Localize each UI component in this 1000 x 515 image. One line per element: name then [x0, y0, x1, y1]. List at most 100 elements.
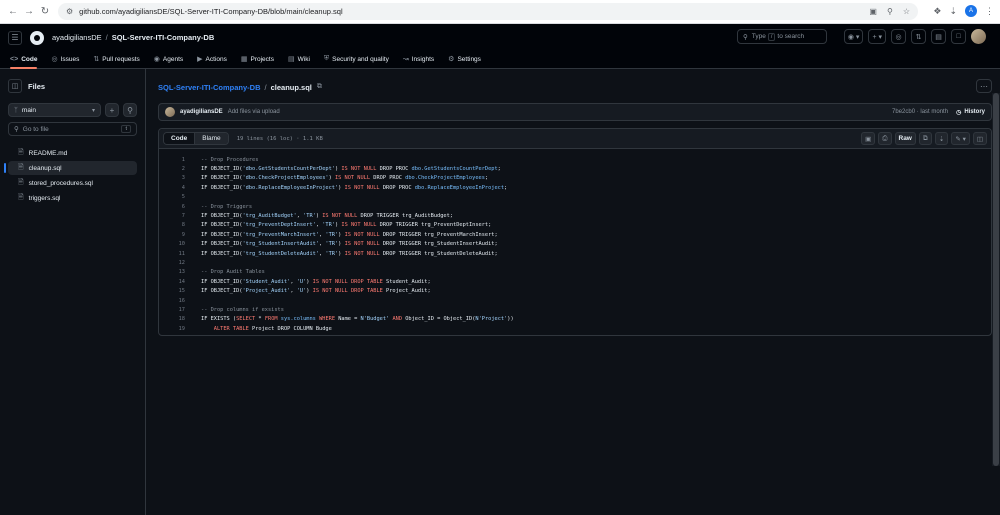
tab-code[interactable]: <> Code — [10, 56, 38, 69]
branch-selector[interactable]: ᛉ main ▾ — [8, 103, 101, 117]
create-new-icon[interactable]: + ▾ — [868, 29, 886, 44]
code-tab[interactable]: Code — [164, 133, 196, 144]
graph-icon: ↝ — [402, 56, 409, 63]
code-token: 'dbo.ReplaceEmployeeInProject' — [242, 184, 339, 191]
line-number[interactable]: 15 — [159, 288, 201, 294]
line-number[interactable]: 4 — [159, 185, 201, 191]
commit-author-avatar[interactable] — [165, 107, 175, 117]
breadcrumb: ayadigiliansDE / SQL-Server-ITI-Company-DB — [52, 33, 215, 42]
tab-issues[interactable]: ◎ Issues — [51, 55, 79, 68]
reload-icon[interactable]: ↻ — [38, 5, 52, 19]
line-number[interactable]: 18 — [159, 316, 201, 322]
line-number[interactable]: 11 — [159, 251, 201, 257]
history-button[interactable]: ◷ History — [956, 109, 985, 116]
owner-link[interactable]: ayadigiliansDE — [52, 33, 102, 42]
sidebar-collapse-icon[interactable]: ◫ — [8, 79, 22, 93]
copilot-icon[interactable]: ◉ ▾ — [843, 29, 864, 44]
global-search-input[interactable]: ⚲ Type / to search — [737, 29, 827, 44]
gear-icon: ⚙ — [448, 56, 455, 63]
line-number[interactable]: 5 — [159, 194, 201, 200]
tab-agents[interactable]: ◉ Agents — [154, 55, 183, 68]
search-suffix: to search — [777, 33, 805, 40]
code-token: IS NOT NULL — [322, 213, 358, 220]
file-item-triggers[interactable]: 🗎 triggers.sql — [8, 191, 137, 205]
file-item-stored-procedures[interactable]: 🗎 stored_procedures.sql — [8, 176, 137, 190]
line-number[interactable]: 12 — [159, 260, 201, 266]
github-logo-icon[interactable] — [30, 30, 44, 45]
code-line: 18 IF EXISTS (SELECT * FROM sys.columns W… — [159, 315, 991, 324]
print-icon[interactable]: ⎙ — [878, 132, 892, 145]
bookmark-star-icon[interactable]: ☆ — [903, 7, 910, 16]
tab-label: Wiki — [297, 55, 310, 63]
blame-tab[interactable]: Blame — [195, 133, 228, 144]
extensions-icon[interactable]: ❖ — [933, 6, 941, 17]
site-info-icon[interactable]: ⚙ — [66, 7, 73, 16]
tab-security-and-quality[interactable]: ⛨ Security and quality — [324, 55, 389, 68]
add-file-button[interactable]: + — [105, 103, 119, 117]
line-number[interactable]: 17 — [159, 307, 201, 313]
repositories-icon[interactable]: ▤ — [931, 29, 946, 44]
forward-icon[interactable]: → — [22, 5, 36, 19]
menu-kebab-icon[interactable]: ⋮ — [985, 6, 994, 17]
line-number[interactable]: 3 — [159, 175, 201, 181]
inbox-icon[interactable]: □ — [951, 29, 966, 44]
pull-requests-icon[interactable]: ⇅ — [911, 29, 926, 44]
line-number[interactable]: 6 — [159, 204, 201, 210]
tab-pull-requests[interactable]: ⇅ Pull requests — [93, 55, 139, 68]
shield-icon: ⛨ — [323, 55, 330, 62]
line-number[interactable]: 9 — [159, 232, 201, 238]
tab-actions[interactable]: ▶ Actions — [197, 55, 227, 68]
user-avatar[interactable] — [971, 29, 986, 44]
issues-icon[interactable]: ◎ — [891, 29, 906, 44]
cast-icon[interactable]: ▣ — [869, 7, 877, 16]
hamburger-menu-icon[interactable]: ☰ — [8, 30, 22, 45]
more-options-icon[interactable]: ⋯ — [976, 79, 992, 93]
line-number[interactable]: 16 — [159, 298, 201, 304]
line-number[interactable]: 13 — [159, 269, 201, 275]
tab-settings[interactable]: ⚙ Settings — [448, 55, 481, 68]
scrollbar-thumb[interactable] — [993, 93, 999, 466]
symbols-icon[interactable]: ▣ — [861, 132, 876, 145]
line-number[interactable]: 7 — [159, 213, 201, 219]
line-number[interactable]: 14 — [159, 279, 201, 285]
commit-message[interactable]: Add files via upload — [228, 109, 280, 115]
commit-sha-time[interactable]: 7be2cb0 · last month — [892, 109, 948, 115]
file-item-cleanup[interactable]: 🗎 cleanup.sql — [4, 161, 137, 175]
symbols-panel-icon[interactable]: ◫ — [972, 132, 987, 145]
code-token: 'trg_StudentInsertAudit' — [242, 241, 320, 248]
downloads-icon[interactable]: ⇣ — [949, 6, 957, 17]
file-tree-sidebar: ◫ Files ᛉ main ▾ + ⚲ ⚲ Go to file t 🗎 REA… — [0, 69, 146, 515]
code-token: * — [255, 316, 265, 323]
file-path: SQL-Server-ITI-Company-DB / cleanup.sql … — [158, 82, 322, 92]
tab-insights[interactable]: ↝ Insights — [403, 55, 434, 68]
commit-author[interactable]: ayadigiliansDE — [180, 109, 223, 115]
code-token: IS NOT NULL — [341, 222, 377, 229]
zoom-icon[interactable]: ⚲ — [887, 7, 893, 16]
edit-pencil-icon[interactable]: ✎ ▾ — [951, 132, 970, 145]
line-number[interactable]: 8 — [159, 222, 201, 228]
line-number[interactable]: 2 — [159, 166, 201, 172]
pull-request-icon: ⇅ — [93, 56, 100, 63]
tab-projects[interactable]: ▦ Projects — [241, 55, 274, 68]
file-name: README.md — [28, 149, 68, 157]
line-number[interactable]: 19 — [159, 326, 201, 332]
code-token: DROP TRIGGER trg_AuditBudget; — [357, 213, 453, 220]
line-number[interactable]: 10 — [159, 241, 201, 247]
go-to-file-input[interactable]: ⚲ Go to file t — [8, 122, 137, 136]
copy-raw-icon[interactable]: ⧉ — [918, 132, 932, 145]
code-token: -- Drop Audit Tables — [201, 269, 265, 276]
copy-path-icon[interactable]: ⧉ — [317, 83, 322, 91]
back-icon[interactable]: ← — [6, 5, 20, 19]
tab-wiki[interactable]: ▤ Wiki — [288, 55, 310, 68]
branch-name: main — [21, 106, 36, 114]
raw-button[interactable]: Raw — [894, 132, 916, 145]
repo-link[interactable]: SQL-Server-ITI-Company-DB — [112, 33, 215, 42]
search-files-icon[interactable]: ⚲ — [123, 103, 137, 117]
download-icon[interactable]: ⇣ — [934, 132, 949, 145]
profile-avatar[interactable]: A — [965, 5, 977, 17]
address-bar[interactable]: ⚙ github.com/ayadigiliansDE/SQL-Server-I… — [58, 3, 918, 20]
path-repo-link[interactable]: SQL-Server-ITI-Company-DB — [158, 83, 261, 92]
file-item-readme[interactable]: 🗎 README.md — [8, 146, 137, 160]
line-number[interactable]: 1 — [159, 157, 201, 163]
page-scrollbar[interactable] — [992, 93, 1000, 466]
